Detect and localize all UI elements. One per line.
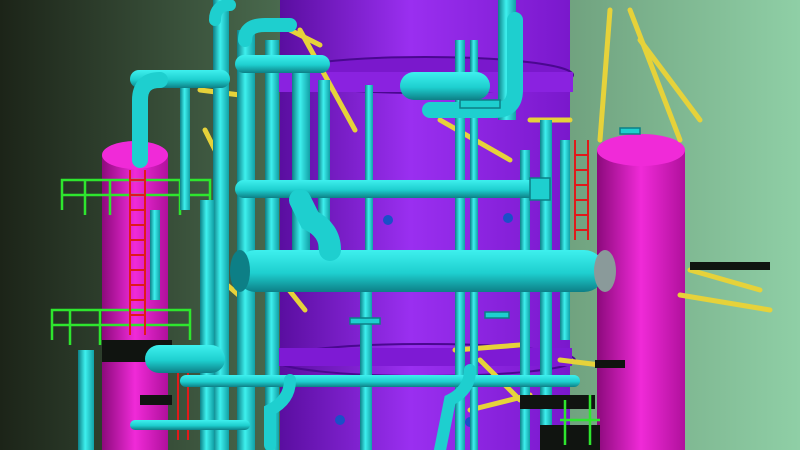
3d-plant-viewport[interactable] [0,0,800,450]
plant-model-scene[interactable] [0,0,800,450]
left-vessel[interactable] [102,141,172,450]
right-vessel[interactable] [597,134,685,450]
